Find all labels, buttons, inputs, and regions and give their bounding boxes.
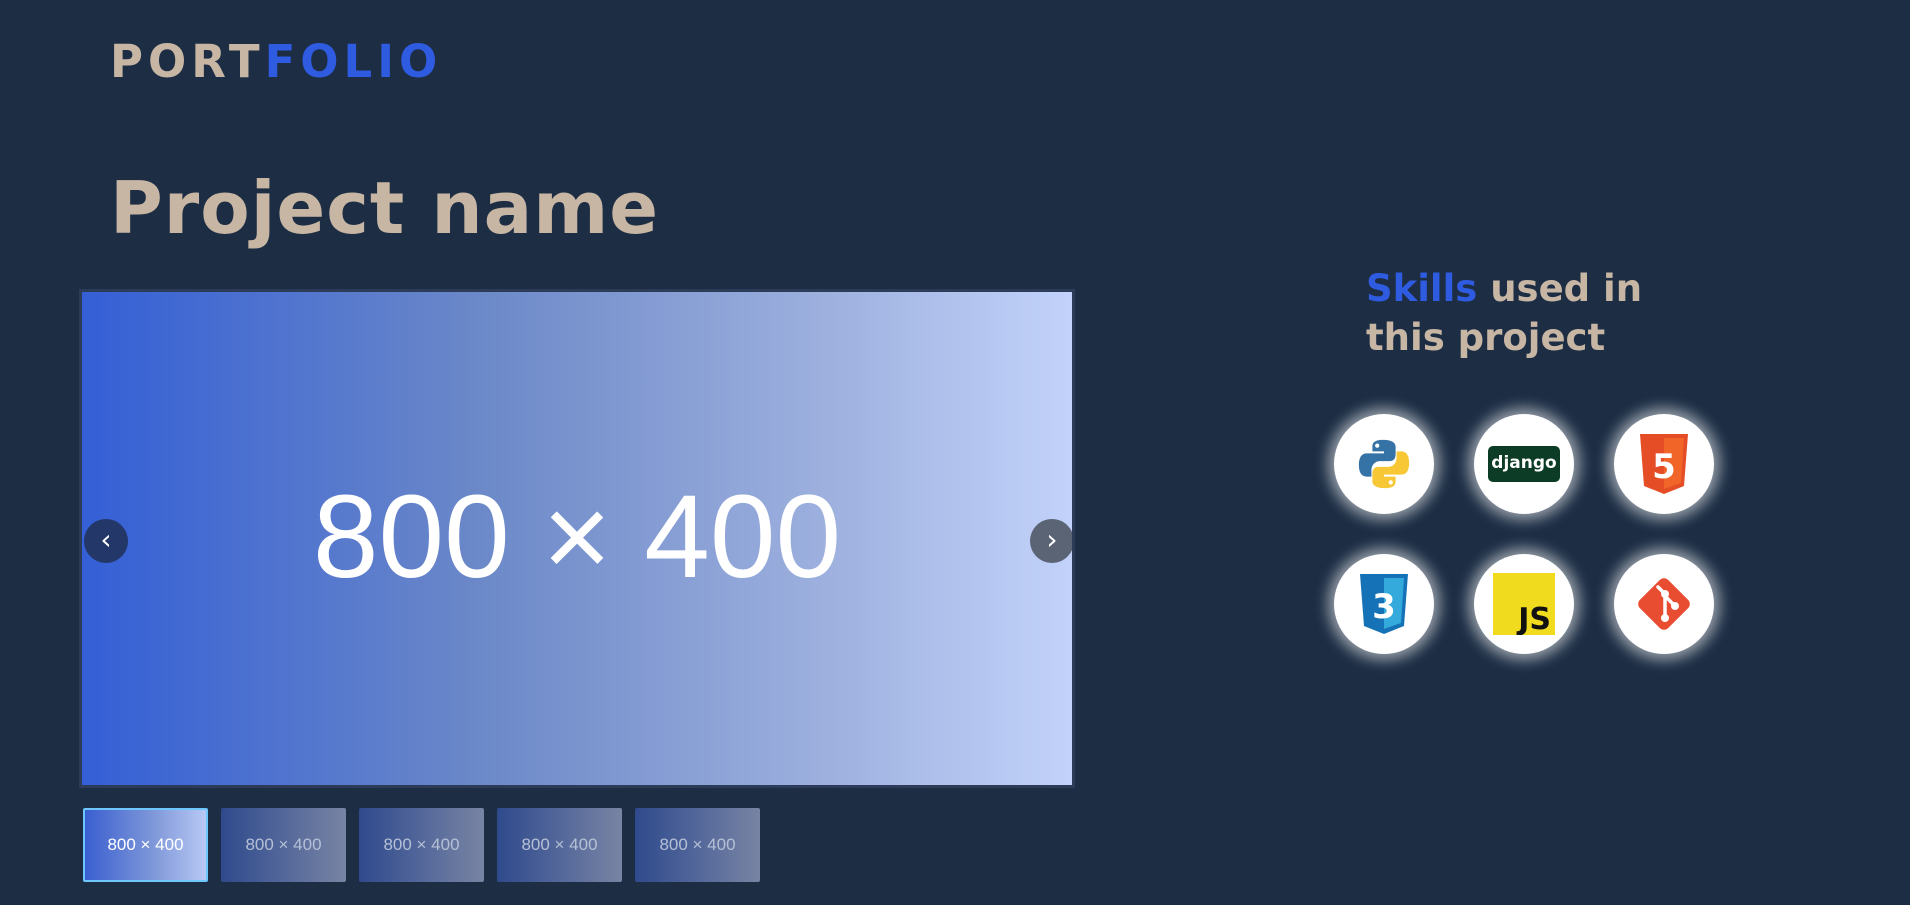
carousel-thumbnails: 800 × 400 800 × 400 800 × 400 800 × 400 … xyxy=(83,808,760,882)
javascript-icon: JS xyxy=(1493,573,1555,635)
css3-icon: 3 xyxy=(1360,574,1408,634)
thumbnail-2[interactable]: 800 × 400 xyxy=(221,808,346,882)
html5-icon-text: 5 xyxy=(1652,447,1676,487)
skill-javascript: JS xyxy=(1474,554,1574,654)
logo-part-port: PORT xyxy=(110,35,265,88)
skill-html5: 5 xyxy=(1614,414,1714,514)
html5-icon: 5 xyxy=(1640,434,1688,494)
thumbnail-4[interactable]: 800 × 400 xyxy=(497,808,622,882)
carousel-prev-button[interactable]: ‹ xyxy=(84,519,128,563)
project-image-carousel: 800 × 400 ‹ › xyxy=(79,289,1075,788)
django-icon-text: django xyxy=(1491,453,1556,473)
javascript-icon-text: JS xyxy=(1516,602,1551,635)
logo-part-folio: FOLIO xyxy=(264,35,443,88)
python-icon xyxy=(1358,439,1410,489)
thumbnail-1[interactable]: 800 × 400 xyxy=(83,808,208,882)
carousel-next-button[interactable]: › xyxy=(1030,519,1072,563)
main-slide-image: 800 × 400 xyxy=(312,471,842,603)
portfolio-logo[interactable]: PORTFOLIO xyxy=(110,36,442,88)
skill-python xyxy=(1334,414,1434,514)
skill-git xyxy=(1614,554,1714,654)
thumbnail-3[interactable]: 800 × 400 xyxy=(359,808,484,882)
git-icon xyxy=(1638,578,1690,630)
thumbnail-5[interactable]: 800 × 400 xyxy=(635,808,760,882)
page-title: Project name xyxy=(110,166,660,250)
skills-heading-highlight: Skills xyxy=(1366,267,1478,310)
django-icon: django xyxy=(1488,446,1560,482)
skill-django: django xyxy=(1474,414,1574,514)
css3-icon-text: 3 xyxy=(1372,587,1396,627)
skill-css3: 3 xyxy=(1334,554,1434,654)
skills-heading: Skills used in this project xyxy=(1366,264,1726,362)
